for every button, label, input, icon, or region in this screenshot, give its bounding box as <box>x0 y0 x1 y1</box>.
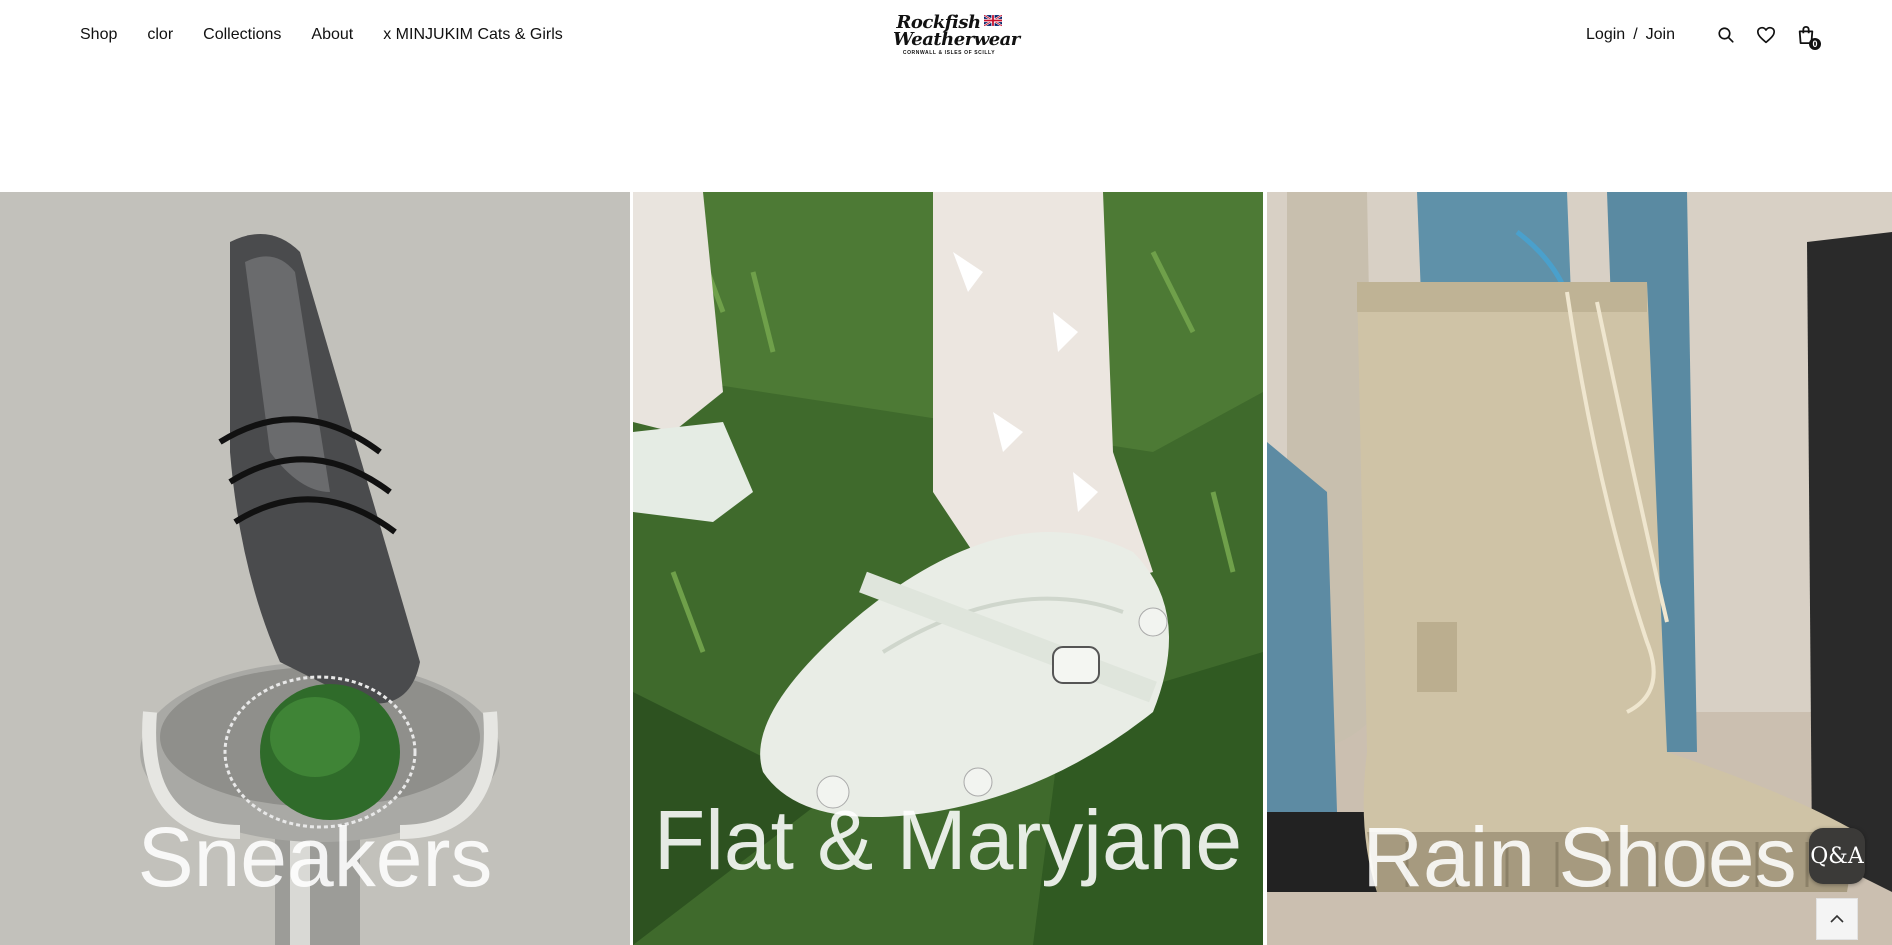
auth-links: Login / Join <box>1586 26 1675 44</box>
sneakers-caption: Sneakers <box>137 810 493 904</box>
auth-separator: / <box>1633 26 1638 43</box>
category-sneakers[interactable]: Sneakers <box>0 192 630 945</box>
rain-shoes-caption: Rain Shoes <box>1362 810 1797 904</box>
category-flat-maryjane[interactable]: Flat & Maryjane <box>633 192 1263 945</box>
account-nav: Login / Join 0 <box>1586 24 1821 50</box>
qa-label: Q&A <box>1810 843 1864 869</box>
union-jack-icon <box>983 15 1002 26</box>
nav-shop[interactable]: Shop <box>80 26 117 44</box>
nav-clor[interactable]: clor <box>147 26 173 44</box>
nav-about[interactable]: About <box>311 26 353 44</box>
logo-line-2: Weatherwear <box>893 29 1020 50</box>
scroll-top-button[interactable] <box>1816 898 1858 940</box>
heart-icon[interactable] <box>1755 24 1777 46</box>
main-nav: Shop clor Collections About x MINJUKIM C… <box>80 26 593 44</box>
qa-button[interactable]: Q&A <box>1809 828 1865 884</box>
login-link[interactable]: Login <box>1586 26 1625 44</box>
nav-minjukim-collab[interactable]: x MINJUKIM Cats & Girls <box>383 26 563 44</box>
nav-collections[interactable]: Collections <box>203 26 281 44</box>
brand-logo[interactable]: Rockfish Weatherwear CORNWALL & ISLES OF… <box>893 14 1020 57</box>
chevron-up-icon <box>1830 914 1844 923</box>
search-icon[interactable] <box>1715 24 1737 46</box>
site-header: Shop clor Collections About x MINJUKIM C… <box>0 0 1892 72</box>
category-rain-shoes[interactable]: Rain Shoes <box>1267 192 1892 945</box>
cart-count-badge: 0 <box>1809 38 1821 50</box>
logo-tagline: CORNWALL & ISLES OF SCILLY <box>902 50 996 56</box>
category-panels: Sneakers Flat & Maryjane Rain Shoes <box>0 192 1892 945</box>
join-link[interactable]: Join <box>1646 26 1675 44</box>
flat-maryjane-caption: Flat & Maryjane <box>653 793 1243 887</box>
shopping-bag-icon[interactable]: 0 <box>1795 24 1821 50</box>
